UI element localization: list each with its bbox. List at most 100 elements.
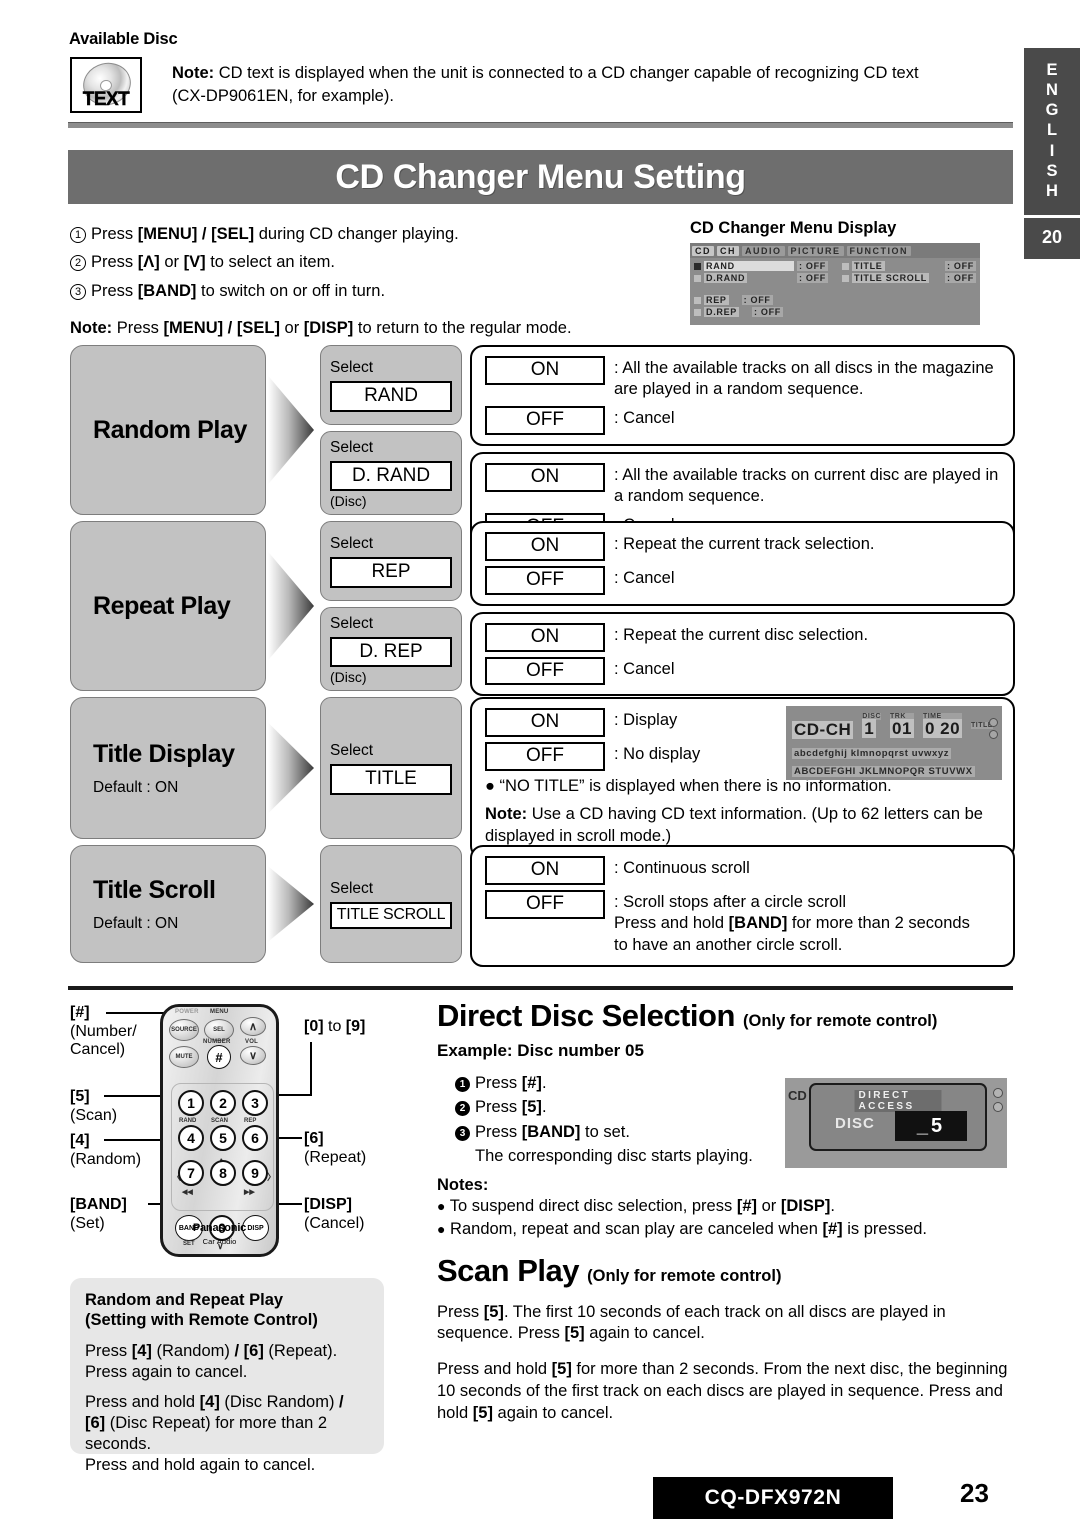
key-6[interactable]: 6 <box>242 1125 268 1151</box>
lcd-item-name: REP <box>704 295 729 305</box>
instruction-steps: 1 Press [MENU] / [SEL] during CD changer … <box>70 220 670 338</box>
lcd-item-value: : OFF <box>945 273 976 283</box>
scan-play-paragraph-2: Press and hold [5] for more than 2 secon… <box>437 1360 1008 1422</box>
key-8[interactable]: 8 <box>210 1160 236 1186</box>
callout-disp-key: [DISP] <box>304 1196 352 1213</box>
on-row: ON : Continuous scroll <box>485 856 1001 885</box>
rr-title-line1: Random and Repeat Play <box>85 1291 284 1309</box>
bullet-icon: ● <box>437 1221 446 1238</box>
lcd-track-group: TRK 01 <box>890 713 914 739</box>
on-description: : All the available tracks on current di… <box>614 465 999 506</box>
direct-disc-heading: Direct Disc Selection (Only for remote c… <box>437 999 1015 1033</box>
on-description: : Display <box>614 711 678 729</box>
callout-zero-key: [0] <box>304 1018 324 1035</box>
flow-arrow-icon <box>268 375 314 485</box>
callout-range-mid: to <box>323 1018 346 1035</box>
key-5[interactable]: 5 <box>210 1125 236 1151</box>
menu-label: MENU <box>210 1009 229 1015</box>
off-row: OFF : Scroll stops after a circle scroll… <box>485 889 1001 956</box>
sel-button[interactable]: SEL <box>204 1019 234 1041</box>
lcd-source: CD-CH <box>792 720 854 740</box>
hash-button[interactable]: # <box>207 1045 231 1069</box>
lcd-item-name: D.RAND <box>704 273 748 283</box>
select-cell: Select D. REP (Disc) <box>320 606 462 691</box>
title-display-lcd: CD-CH DISC 1 TRK 01 TIME 0 20 TITLE abcdefg… <box>786 706 1002 780</box>
lcd-tab: FUNCTION <box>846 245 912 256</box>
key-3[interactable]: 3 <box>242 1090 268 1116</box>
description-cell: ON : All the available tracks on all dis… <box>470 345 1015 446</box>
lcd-disc-word: DISC <box>835 1115 875 1132</box>
lcd-item-name: TITLE SCROLL <box>852 273 929 283</box>
scan-play-heading-sub: (Only for remote control) <box>587 1267 782 1285</box>
lcd-cell: TITLE: OFF <box>842 261 976 271</box>
callout-nine-key: [9] <box>345 1018 366 1035</box>
page-number: 23 <box>960 1478 989 1508</box>
key-7[interactable]: 7 <box>178 1160 204 1186</box>
language-side-tab: ENGLISH 20 <box>1024 48 1080 259</box>
direct-disc-heading-sub: (Only for remote control) <box>743 1012 938 1030</box>
on-pill: ON <box>485 532 605 561</box>
lcd-left-edge-icon: CD <box>788 1088 807 1103</box>
rr-title-line2: (Setting with Remote Control) <box>85 1311 318 1330</box>
mid-divider <box>68 986 1013 990</box>
brand-sub: Car Audio <box>202 1237 237 1246</box>
off-pill: OFF <box>485 565 605 595</box>
right-arrow-icon: 〉 <box>267 1172 277 1182</box>
category-name: Title Display <box>93 739 235 768</box>
callout-six-sub: (Repeat) <box>304 1148 367 1166</box>
description-cell: ON : Continuous scroll OFF : Scroll stop… <box>470 845 1015 968</box>
volume-up-button[interactable]: ∧ <box>240 1017 266 1036</box>
category-default: Default : ON <box>93 778 179 796</box>
flow-arrow-icon <box>268 551 314 661</box>
key-9[interactable]: 9 <box>242 1160 268 1186</box>
rr-box-title: Random and Repeat Play (Setting with Rem… <box>85 1290 369 1331</box>
mute-button[interactable]: MUTE <box>169 1046 199 1068</box>
off-pill: OFF <box>485 656 605 686</box>
lcd-disc-group: DISC 1 <box>862 713 882 739</box>
lcd-row: D.REP: OFF <box>694 307 976 317</box>
lcd-tab: CH <box>717 245 739 256</box>
off-pill: OFF <box>485 889 605 919</box>
key-2[interactable]: 2 <box>210 1090 236 1116</box>
lcd-item-name: RAND <box>704 261 794 271</box>
available-disc-heading: Available Disc <box>69 30 178 48</box>
callout-five-sub: (Scan) <box>70 1106 118 1124</box>
on-row: ON : All the available tracks on all dis… <box>485 356 1001 401</box>
lcd-track-number: 01 <box>890 719 914 738</box>
description-column: ON : Display OFF : No display ● “NO TITL… <box>470 697 1015 859</box>
step-number: 2 <box>455 1101 470 1117</box>
key-1[interactable]: 1 <box>178 1090 204 1116</box>
language-letter: H <box>1046 181 1058 200</box>
cd-text-disc-icon: TEXT <box>70 57 142 113</box>
on-pill: ON <box>485 856 605 885</box>
direct-disc-note: ● To suspend direct disc selection, pres… <box>437 1196 835 1215</box>
lcd-item-value: : OFF <box>945 261 976 271</box>
on-pill: ON <box>485 356 605 385</box>
lcd-row: D.RAND : OFF TITLE SCROLL : OFF <box>694 273 976 283</box>
instruction-step: 1 Press [MENU] / [SEL] during CD changer … <box>70 220 670 248</box>
off-description: : Cancel <box>614 408 675 427</box>
select-column: Select REP Select D. REP (Disc) <box>320 521 462 691</box>
select-code: D. REP <box>330 636 452 667</box>
source-button[interactable]: SOURCE <box>169 1019 199 1041</box>
arrow-column <box>266 697 320 839</box>
steps-note: Note: Press [MENU] / [SEL] or [DISP] to … <box>70 319 572 338</box>
lcd-menu-lower-rows: REP: OFF D.REP: OFF <box>690 285 980 317</box>
section-banner: CD Changer Menu Setting <box>68 150 1013 204</box>
lcd-item-value: : OFF <box>797 261 828 271</box>
power-label: POWER <box>175 1009 199 1015</box>
lcd-time: 0 20 <box>922 719 963 738</box>
on-pill: ON <box>485 462 605 492</box>
category-default: Default : ON <box>93 914 179 932</box>
on-description: : All the available tracks on all discs … <box>614 359 994 399</box>
cd-changer-menu-lcd: CD CH AUDIO PICTURE FUNCTION RAND: OFF TITLE… <box>690 243 980 325</box>
lcd-cell: REP: OFF <box>694 295 773 305</box>
lcd-cell: TITLE SCROLL : OFF <box>842 273 976 283</box>
callout-disp-sub: (Cancel) <box>304 1214 365 1232</box>
off-row: OFF : Cancel <box>485 656 1001 686</box>
category-cell: Title Display Default : ON <box>70 697 266 839</box>
rr-paragraph-1: Press [4] (Random) / [6] (Repeat). Press … <box>85 1341 338 1381</box>
off-description: : No display <box>614 744 701 763</box>
volume-down-button[interactable]: ∨ <box>240 1046 266 1065</box>
key-4[interactable]: 4 <box>178 1125 204 1151</box>
